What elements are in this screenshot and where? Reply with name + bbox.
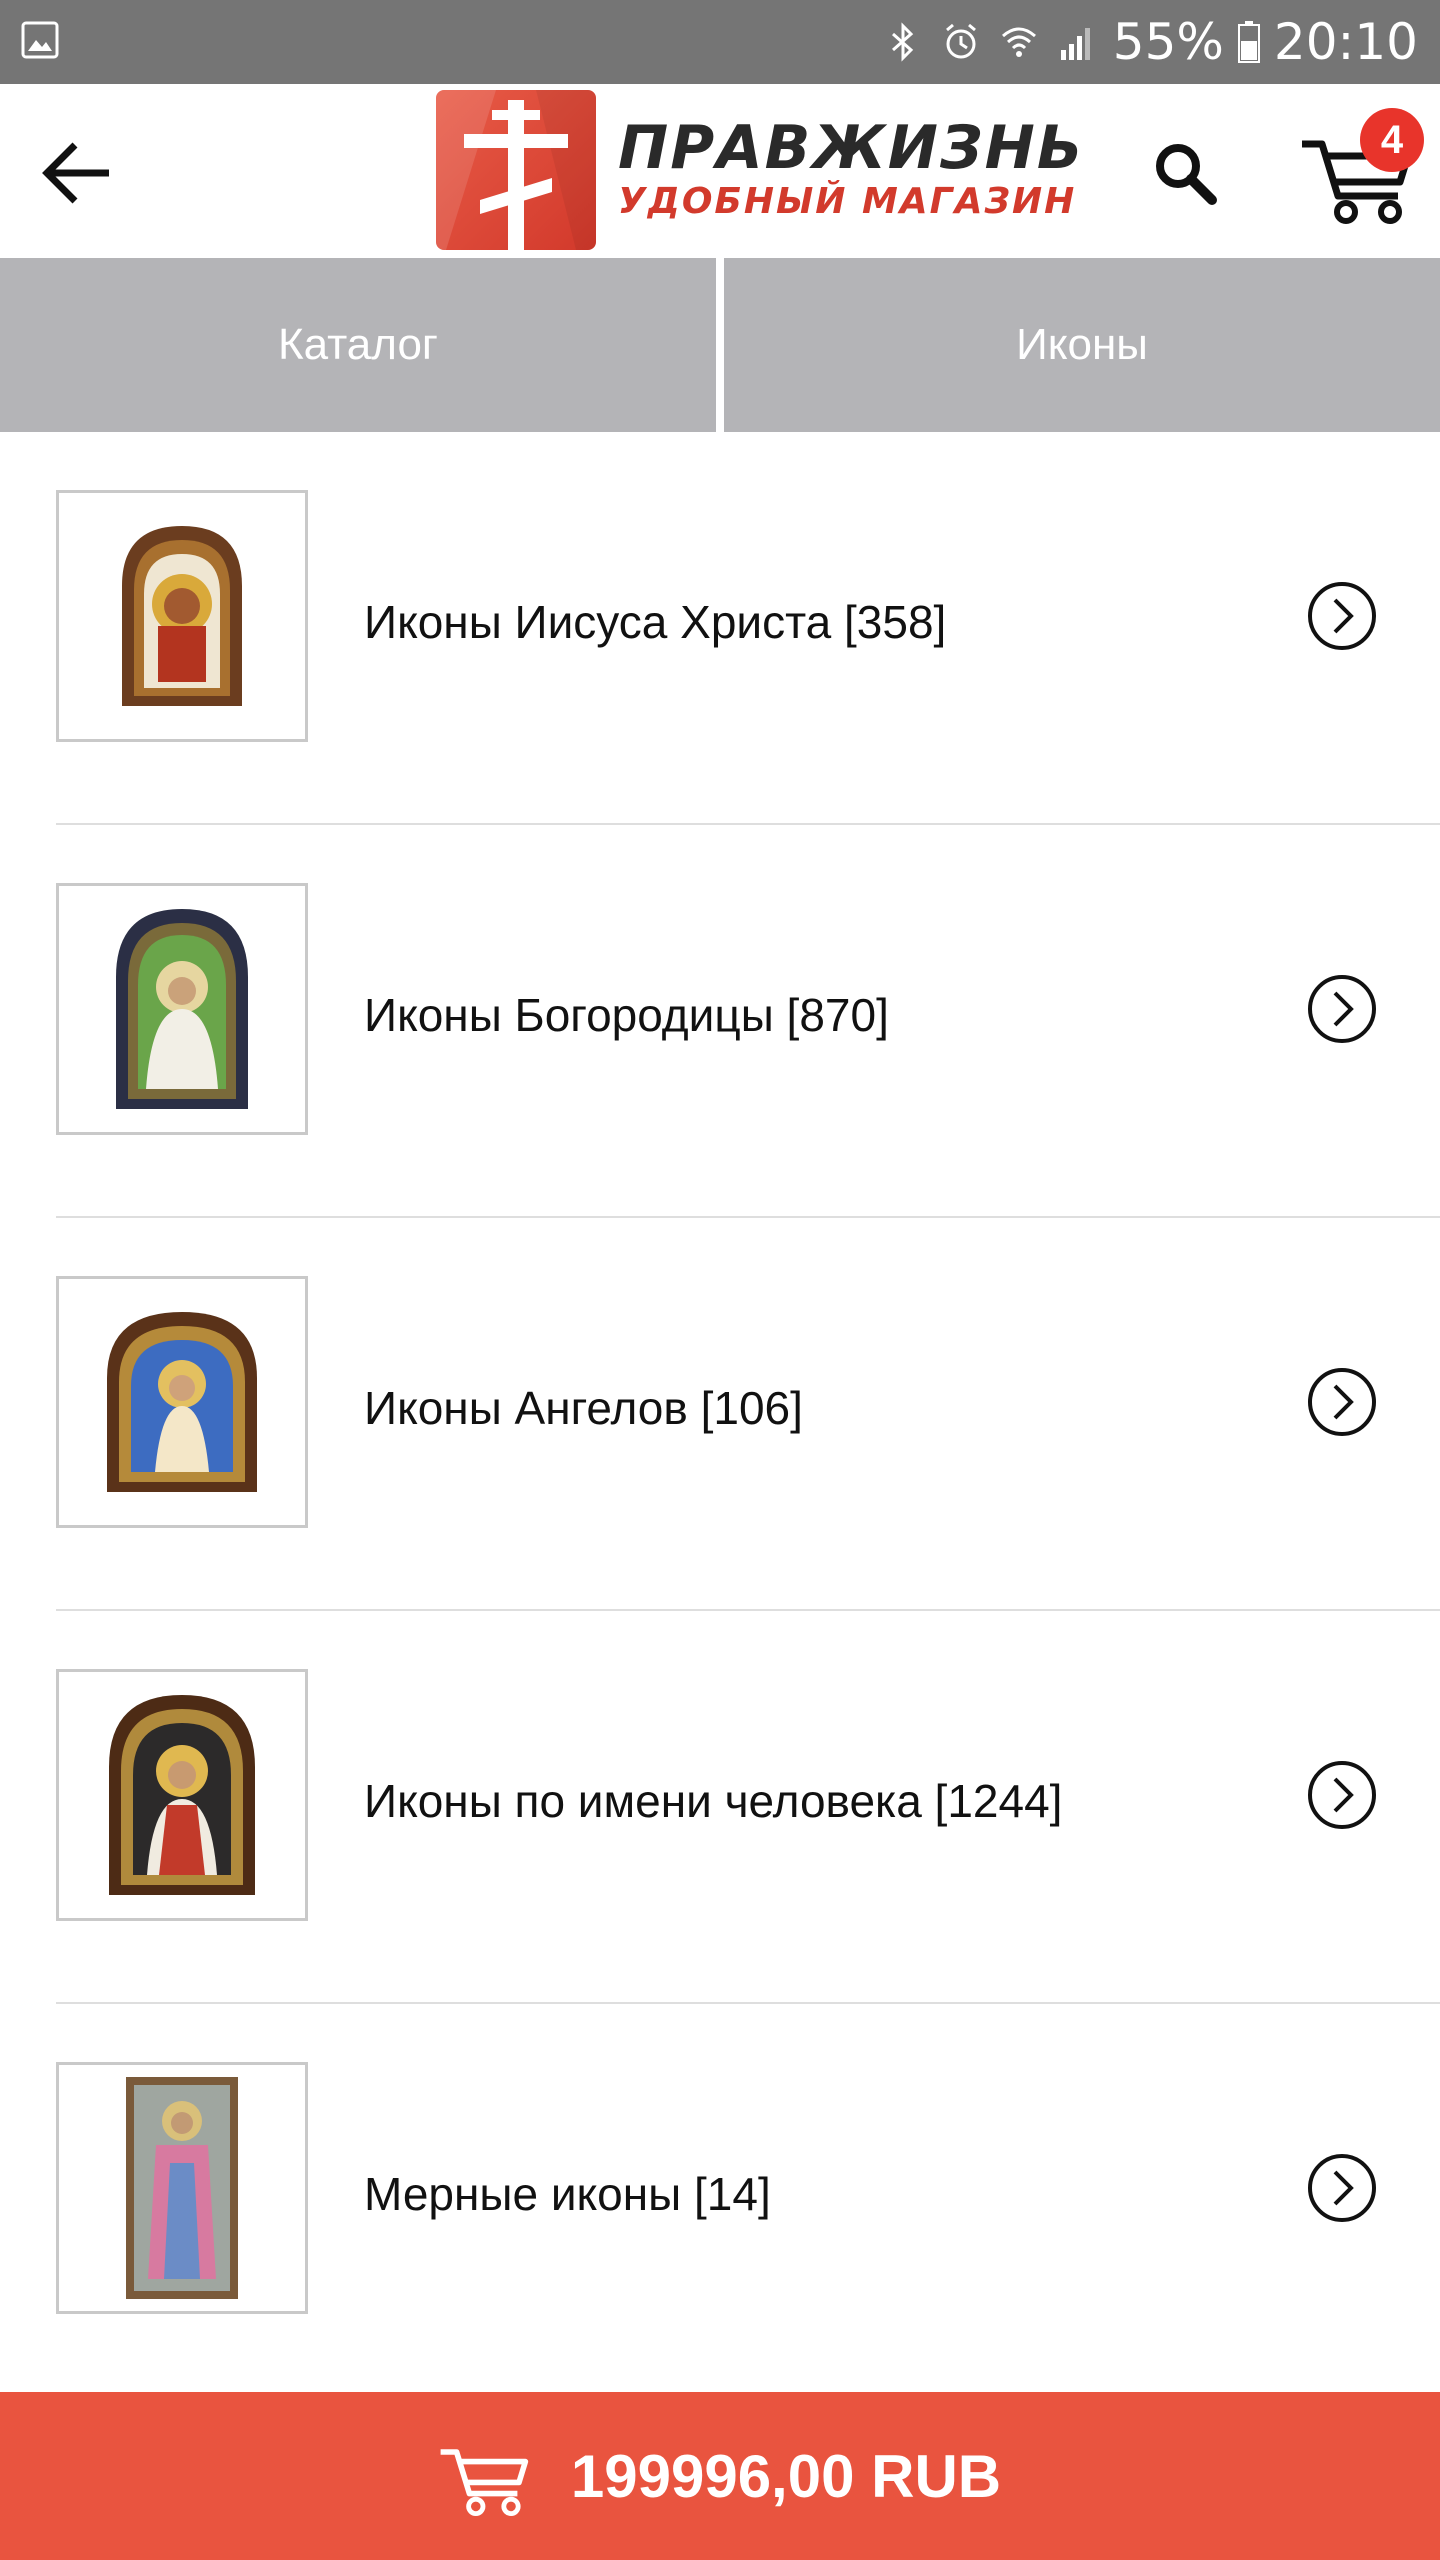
orthodox-cross-logo-icon [436,90,596,250]
category-thumbnail [56,883,308,1135]
breadcrumb-divider [716,258,724,432]
cart-total-amount: 199996,00 RUB [570,2442,1002,2510]
category-label: Иконы Иисуса Христа [358] [364,596,947,648]
category-thumbnail [56,1276,308,1528]
logo-subtitle: УДОБНЫЙ МАГАЗИН [618,181,1077,222]
signal-icon [1060,28,1090,60]
chevron-right-circle-icon[interactable] [1306,1366,1378,1438]
category-row-by-name[interactable]: Иконы по имени человека [1244] [0,1611,1440,2004]
battery-percent: 55% [1112,13,1224,71]
alarm-icon [945,23,976,59]
category-label: Иконы Богородицы [870] [364,989,889,1041]
search-button[interactable] [1146,134,1226,214]
back-arrow-icon [42,142,109,204]
category-thumbnail [56,490,308,742]
category-row-angels[interactable]: Иконы Ангелов [106] [0,1218,1440,1611]
chevron-right-circle-icon[interactable] [1306,2152,1378,2224]
wifi-icon [1001,27,1036,57]
category-thumbnail [56,2062,308,2314]
cart-icon [440,2449,529,2516]
icon-angel-image [107,1312,257,1492]
chevron-right-circle-icon[interactable] [1306,1759,1378,1831]
back-button[interactable] [34,130,120,216]
category-label: Иконы по имени человека [1244] [364,1775,1063,1827]
store-logo[interactable]: ПРАВЖИЗНЬ УДОБНЫЙ МАГАЗИН [436,90,1085,250]
app-header: ПРАВЖИЗНЬ УДОБНЫЙ МАГАЗИН [0,84,1440,258]
icon-saint-image [109,1695,255,1895]
category-thumbnail [56,1669,308,1921]
battery-icon [1237,21,1260,63]
chevron-right-circle-icon[interactable] [1306,973,1378,1045]
category-label: Иконы Ангелов [106] [364,1382,803,1434]
gallery-notification-icon [21,21,59,59]
search-icon [1156,144,1217,205]
icon-measured-image [126,2077,238,2299]
clock: 20:10 [1273,13,1418,71]
cart-total-bar[interactable]: 199996,00 RUB [0,2392,1440,2560]
cart-count-badge[interactable]: 4 [1360,108,1424,172]
category-label: Мерные иконы [14] [364,2168,771,2220]
chevron-right-circle-icon[interactable] [1306,580,1378,652]
icon-christ-image [122,526,242,706]
category-row-christ[interactable]: Иконы Иисуса Христа [358] [0,432,1440,825]
status-bar: 55% 20:10 [0,0,1440,84]
breadcrumb-icons[interactable]: Иконы [724,258,1440,432]
logo-title: ПРАВЖИЗНЬ [618,113,1085,183]
bluetooth-icon [891,22,913,62]
breadcrumb: Каталог Иконы [0,258,1440,432]
icon-theotokos-image [116,909,248,1109]
category-row-measured[interactable]: Мерные иконы [14] [0,2004,1440,2397]
breadcrumb-catalog[interactable]: Каталог [0,258,716,432]
category-row-theotokos[interactable]: Иконы Богородицы [870] [0,825,1440,1218]
